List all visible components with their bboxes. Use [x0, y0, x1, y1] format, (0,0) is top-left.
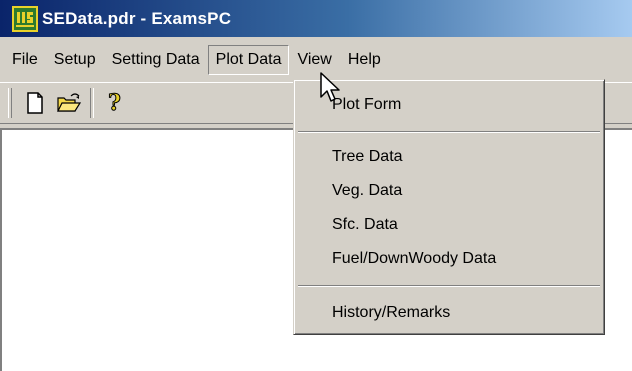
open-folder-icon	[57, 93, 82, 112]
menu-item-veg-data[interactable]: Veg. Data	[332, 177, 402, 205]
help-question-icon: ?	[108, 91, 122, 115]
help-button[interactable]: ?	[98, 87, 132, 119]
application-window: SEData.pdr - ExamsPC File Setup Setting …	[0, 0, 632, 371]
window-title: SEData.pdr - ExamsPC	[42, 8, 232, 28]
menu-setup[interactable]: Setup	[46, 45, 104, 75]
toolbar-grip[interactable]	[8, 88, 12, 118]
menu-bar: File Setup Setting Data Plot Data View H…	[0, 44, 632, 76]
menu-separator	[298, 285, 600, 287]
open-button[interactable]	[52, 87, 86, 119]
menu-separator	[298, 131, 600, 133]
new-button[interactable]	[18, 87, 52, 119]
menu-help[interactable]: Help	[340, 45, 389, 75]
plot-data-menu: Plot Form Tree Data Veg. Data Sfc. Data …	[293, 79, 605, 335]
menu-item-sfc-data[interactable]: Sfc. Data	[332, 211, 398, 239]
menu-view[interactable]: View	[289, 45, 339, 75]
toolbar-separator	[90, 88, 94, 118]
svg-text:?: ?	[108, 91, 121, 115]
menu-item-plot-form[interactable]: Plot Form	[332, 91, 401, 119]
menu-setting-data[interactable]: Setting Data	[104, 45, 208, 75]
usfs-shield-icon[interactable]	[12, 5, 38, 32]
menu-item-history-remarks[interactable]: History/Remarks	[332, 299, 450, 327]
menu-file[interactable]: File	[0, 45, 46, 75]
menu-item-tree-data[interactable]: Tree Data	[332, 143, 403, 171]
new-document-icon	[27, 92, 43, 114]
menu-item-fuel-downwoody-data[interactable]: Fuel/DownWoody Data	[332, 245, 496, 273]
mouse-pointer-icon	[320, 72, 340, 102]
title-bar[interactable]: SEData.pdr - ExamsPC	[0, 0, 632, 37]
menu-plot-data[interactable]: Plot Data	[207, 45, 290, 75]
